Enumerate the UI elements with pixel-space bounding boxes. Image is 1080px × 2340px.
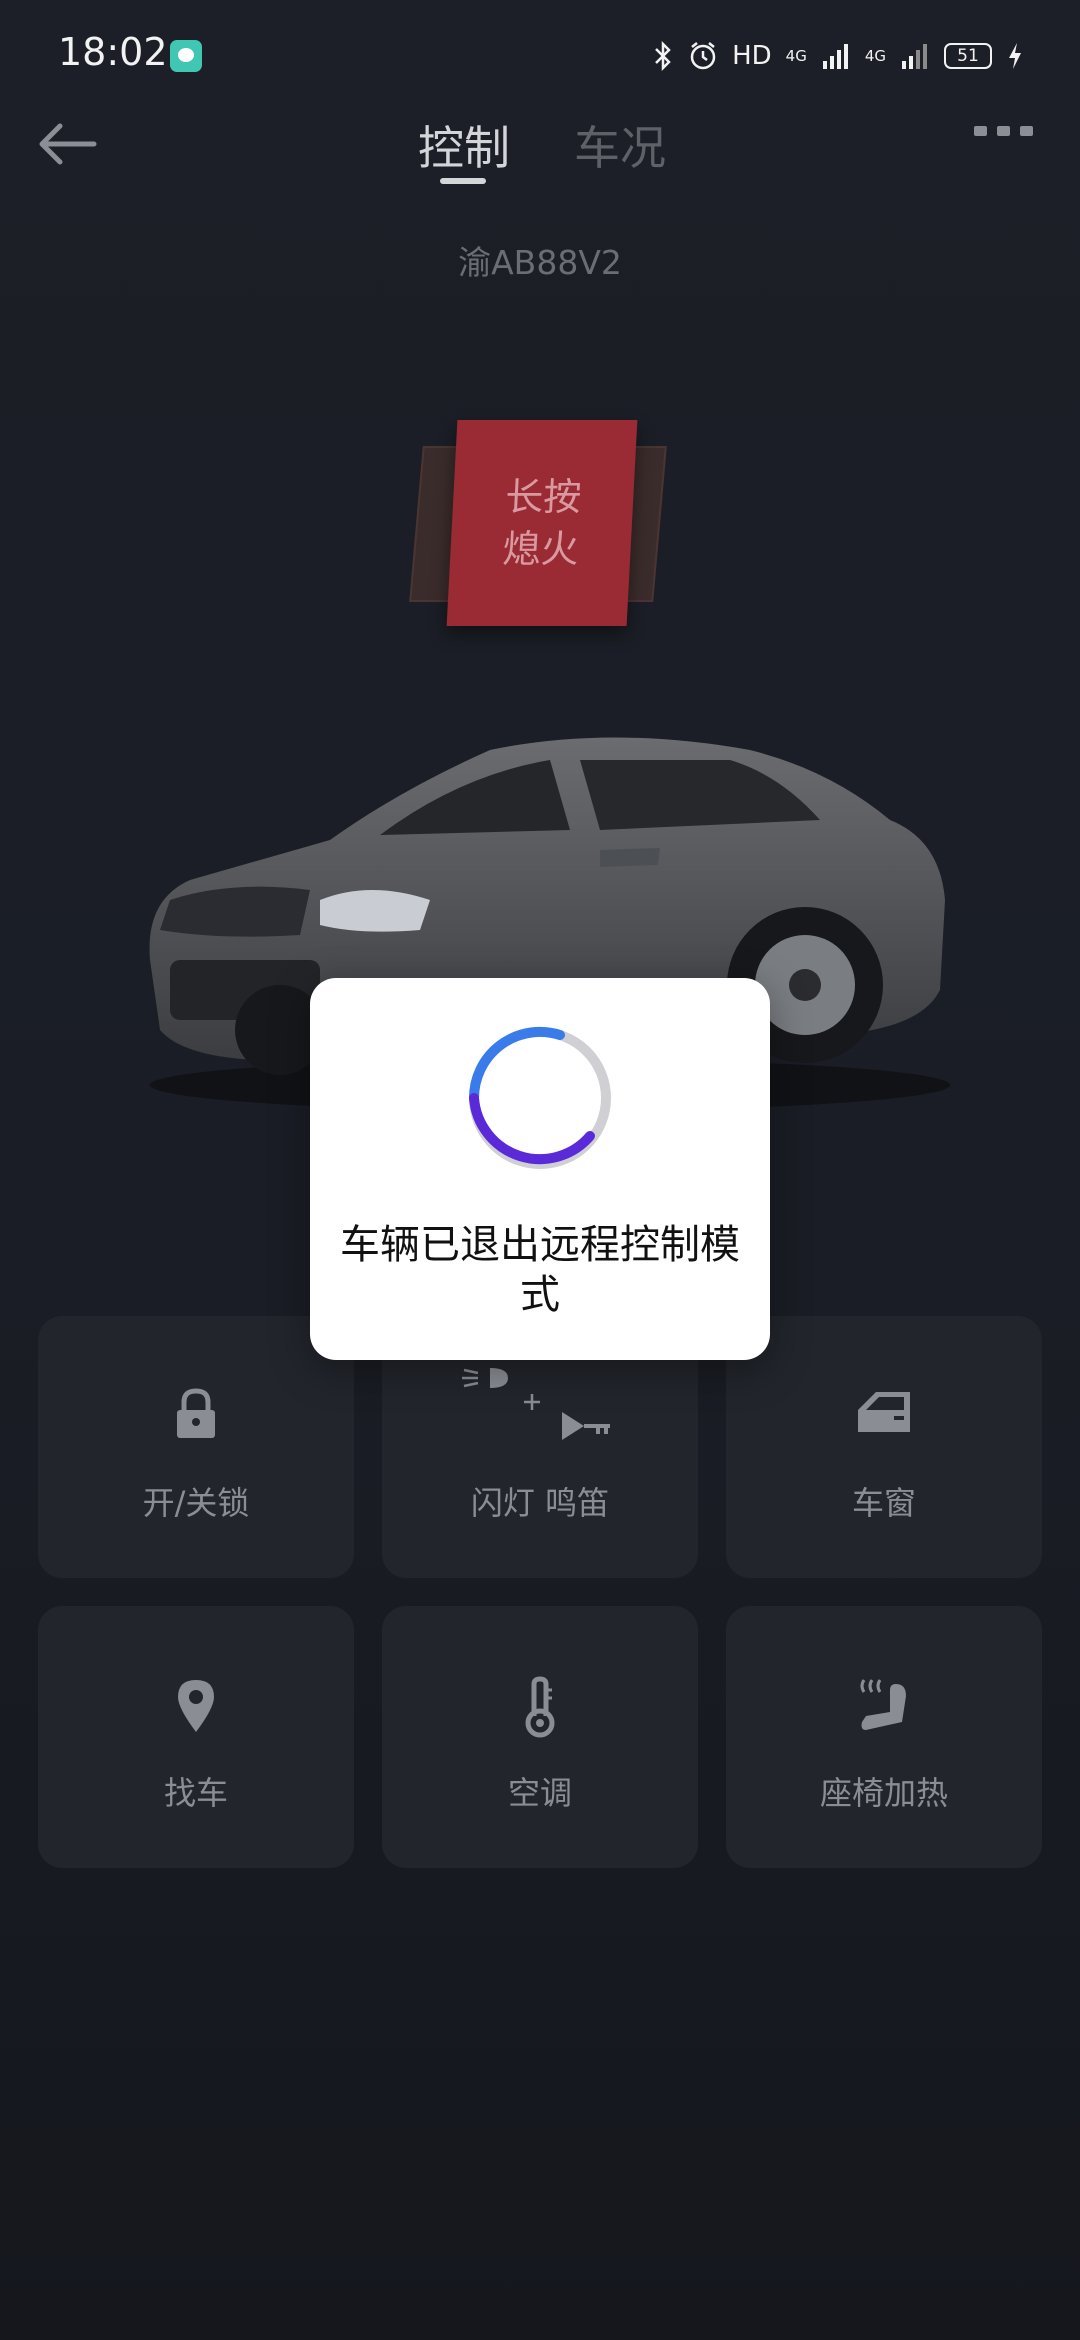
chat-notification-icon xyxy=(170,40,202,72)
lock-icon xyxy=(38,1386,354,1446)
active-tab-indicator xyxy=(440,178,486,184)
seat-heat-icon xyxy=(726,1676,1042,1736)
remote-control-screen: 18:02 HD 4G 4G 51 控制 车况 渝AB88V2 长按 熄火 开/… xyxy=(0,0,1080,2340)
lock-unlock-card[interactable]: 开/关锁 xyxy=(38,1316,354,1578)
car-window-label: 车窗 xyxy=(851,1484,916,1522)
engine-stop-control: 长按 熄火 xyxy=(409,420,667,630)
tab-control[interactable]: 控制 xyxy=(418,112,510,178)
air-conditioning-label: 空调 xyxy=(507,1774,572,1812)
signal-icon-2 xyxy=(902,44,927,69)
car-window-icon xyxy=(726,1386,1042,1446)
bluetooth-icon xyxy=(655,40,671,72)
long-press-engine-off-button[interactable]: 长按 熄火 xyxy=(446,420,638,626)
lock-unlock-label: 开/关锁 xyxy=(142,1484,250,1522)
seat-heating-card[interactable]: 座椅加热 xyxy=(726,1606,1042,1868)
thermometer-icon xyxy=(382,1676,698,1738)
loading-spinner xyxy=(468,1026,611,1169)
status-icons: HD 4G 4G 51 xyxy=(652,36,1024,76)
network-type-2: 4G xyxy=(864,46,886,65)
dialog-message: 车辆已退出远程控制模式 xyxy=(340,1222,740,1318)
air-conditioning-card[interactable]: 空调 xyxy=(382,1606,698,1868)
engine-button-line2: 熄火 xyxy=(501,527,580,571)
find-car-card[interactable]: 找车 xyxy=(38,1606,354,1868)
hd-indicator: HD xyxy=(732,41,772,71)
flash-horn-label: 闪灯 鸣笛 xyxy=(470,1484,610,1522)
tab-vehicle-status[interactable]: 车况 xyxy=(574,112,666,178)
back-arrow-icon[interactable] xyxy=(34,114,104,174)
car-window-card[interactable]: 车窗 xyxy=(726,1316,1042,1578)
status-bar: 18:02 HD 4G 4G 51 xyxy=(0,0,1080,110)
find-car-label: 找车 xyxy=(163,1774,228,1812)
seat-heating-label: 座椅加热 xyxy=(819,1774,948,1812)
network-type-1: 4G xyxy=(785,46,807,65)
alarm-icon xyxy=(690,42,716,70)
engine-button-line1: 长按 xyxy=(504,475,583,519)
license-plate: 渝AB88V2 xyxy=(458,243,622,282)
battery-icon: 51 xyxy=(944,43,992,69)
flash-horn-icon xyxy=(382,1360,698,1440)
more-options-icon[interactable] xyxy=(974,126,1034,142)
signal-icon-1 xyxy=(822,44,848,69)
loading-dialog: 车辆已退出远程控制模式 xyxy=(310,978,770,1360)
location-pin-icon xyxy=(38,1676,354,1736)
status-time: 18:02 xyxy=(58,30,168,74)
charging-icon xyxy=(1009,43,1021,69)
